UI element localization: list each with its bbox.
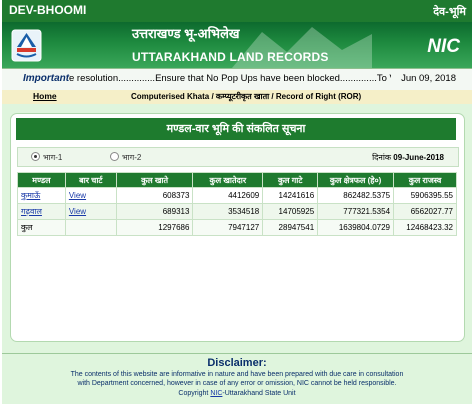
report-date: दिनांक 09-June-2018 — [372, 152, 444, 163]
col-total-revenue: कुल राजस्व — [393, 172, 457, 188]
revenue-cell: 6562027.77 — [393, 203, 457, 220]
chart-cell — [64, 219, 117, 236]
copyright: Copyright NIC-Uttarakhand State Unit — [2, 390, 472, 397]
site-title-hindi: उत्तराखण्ड भू-अभिलेख — [132, 26, 240, 41]
khate-cell: 1297686 — [115, 219, 194, 236]
area-cell: 1639804.0729 — [317, 219, 395, 236]
home-link[interactable]: Home — [33, 91, 57, 101]
top-bar: DEV-BHOOMI देव-भूमि — [2, 0, 472, 22]
page: DEV-BHOOMI देव-भूमि उत्तराखण्ड भू-अभिलेख… — [0, 0, 474, 404]
gate-cell: 14241616 — [262, 187, 319, 204]
option-part-2[interactable]: भाग-2 — [110, 152, 141, 163]
revenue-cell: 12468423.32 — [393, 219, 457, 236]
panel-title: मण्डल-वार भूमि की संकलित सूचना — [16, 118, 456, 140]
chart-cell[interactable]: View — [64, 203, 117, 220]
mandal-cell[interactable]: गढ़वाल — [17, 203, 66, 220]
nav-bar: Home Computerised Khata / कम्प्यूटरीकृत … — [2, 90, 472, 105]
site-brand: DEV-BHOOMI — [9, 3, 87, 17]
report-date-value: 09-June-2018 — [393, 153, 444, 162]
nic-link[interactable]: NIC — [210, 390, 222, 397]
notice-bar: Important e resolution..............Ensu… — [2, 68, 472, 91]
total-label-cell: कुल — [17, 219, 66, 236]
option-part-1-label: भाग-1 — [43, 153, 63, 162]
col-total-area: कुल क्षेत्रफल (हे०) — [317, 172, 395, 188]
gate-cell: 28947541 — [262, 219, 319, 236]
disclaimer-text: The contents of this website are informa… — [2, 371, 472, 388]
area-cell: 777321.5354 — [317, 203, 395, 220]
copyright-prefix: Copyright — [178, 390, 209, 397]
option-part-2-label: भाग-2 — [122, 153, 142, 162]
disclaimer-line-1: The contents of this website are informa… — [70, 371, 404, 378]
nic-logo: NIC — [427, 36, 460, 57]
current-date: Jun 09, 2018 — [401, 73, 456, 84]
area-cell: 862482.5375 — [317, 187, 395, 204]
table-row: गढ़वाल View 689313 3534518 14705925 7773… — [17, 203, 457, 220]
table-row: कुमाऊँ View 608373 4412609 14241616 8624… — [17, 187, 457, 204]
khatedar-cell: 3534518 — [192, 203, 264, 220]
gate-cell: 14705925 — [262, 203, 319, 220]
main-panel: मण्डल-वार भूमि की संकलित सूचना भाग-1 भाग… — [2, 104, 472, 353]
site-title-english: UTTARAKHAND LAND RECORDS — [132, 50, 329, 64]
radio-unselected-icon[interactable] — [110, 152, 119, 161]
col-total-khate: कुल खाते — [115, 172, 194, 188]
mandal-cell[interactable]: कुमाऊँ — [17, 187, 66, 204]
disclaimer-line-2: with Department concerned, however in ca… — [77, 379, 397, 387]
hindi-site-link[interactable]: देव-भूमि — [433, 4, 466, 19]
radio-selected-icon[interactable] — [31, 152, 40, 161]
mandal-link[interactable]: गढ़वाल — [21, 207, 42, 216]
khate-cell: 689313 — [115, 203, 194, 220]
notice-message: e resolution..............Ensure that No… — [69, 73, 391, 84]
option-part-1[interactable]: भाग-1 — [31, 152, 62, 163]
view-chart-link[interactable]: View — [69, 191, 86, 200]
khatedar-cell: 7947127 — [192, 219, 264, 236]
summary-box: मण्डल-वार भूमि की संकलित सूचना भाग-1 भाग… — [10, 113, 465, 342]
report-date-label: दिनांक — [372, 153, 392, 162]
disclaimer-heading: Disclaimer: — [207, 357, 267, 369]
site-banner: उत्तराखण्ड भू-अभिलेख UTTARAKHAND LAND RE… — [2, 22, 472, 68]
khate-cell: 608373 — [115, 187, 194, 204]
col-total-khatedar: कुल खातेदार — [192, 172, 264, 188]
khatedar-cell: 4412609 — [192, 187, 264, 204]
mandal-summary-table: मण्डल बार चार्ट कुल खाते कुल खातेदार कुल… — [17, 172, 457, 236]
table-header-row: मण्डल बार चार्ट कुल खाते कुल खातेदार कुल… — [17, 172, 457, 188]
table-total-row: कुल 1297686 7947127 28947541 1639804.072… — [17, 219, 457, 236]
view-chart-link[interactable]: View — [69, 207, 86, 216]
chart-cell[interactable]: View — [64, 187, 117, 204]
revenue-cell: 5906395.55 — [393, 187, 457, 204]
notice-label: Important — [23, 73, 70, 84]
state-emblem-icon — [11, 29, 42, 62]
breadcrumb: Computerised Khata / कम्प्यूटरीकृत खाता … — [131, 92, 362, 101]
part-options: भाग-1 भाग-2 दिनांक 09-June-2018 — [17, 147, 459, 167]
col-mandal: मण्डल — [17, 172, 66, 188]
copyright-suffix: -Uttarakhand State Unit — [222, 390, 296, 397]
footer: Disclaimer: The contents of this website… — [2, 353, 472, 404]
col-bar-chart: बार चार्ट — [64, 172, 117, 188]
mandal-link[interactable]: कुमाऊँ — [21, 191, 40, 200]
col-total-gate: कुल गाटे — [262, 172, 319, 188]
